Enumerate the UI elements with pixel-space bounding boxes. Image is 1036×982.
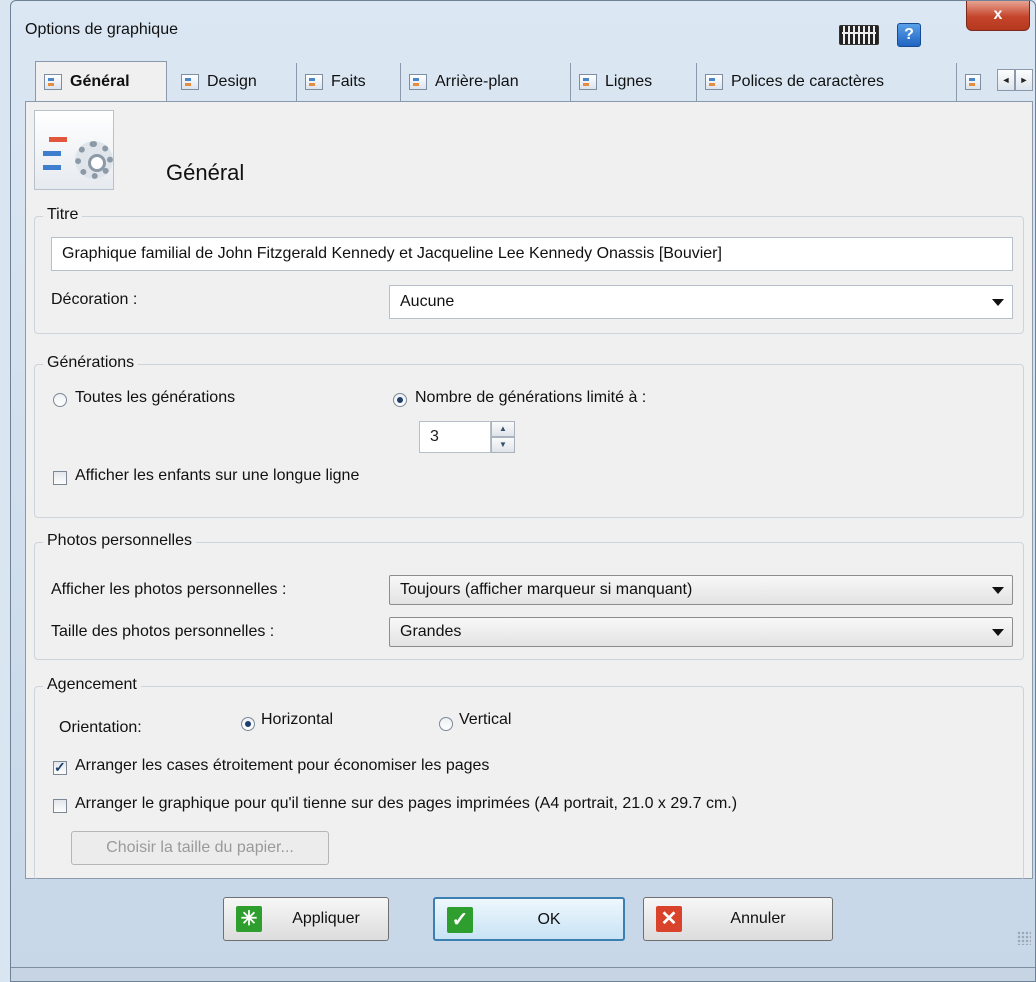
ok-label: OK xyxy=(537,911,561,928)
background-tab-icon xyxy=(409,74,427,90)
tab-label: Faits xyxy=(331,73,366,90)
generations-spinner: ▲ ▼ xyxy=(491,421,515,453)
cancel-label: Annuler xyxy=(730,910,786,927)
general-panel: Général Titre Graphique familial de John… xyxy=(25,101,1033,880)
chevron-down-icon xyxy=(992,629,1004,636)
photo-size-select[interactable]: Grandes xyxy=(389,617,1013,647)
chevron-down-icon xyxy=(992,299,1004,306)
options-dialog: Options de graphique ? x Général Design … xyxy=(10,0,1036,982)
chevron-down-icon xyxy=(992,587,1004,594)
window-bottom-border xyxy=(11,967,1035,981)
lines-tab-icon xyxy=(579,74,597,90)
horizontal-label[interactable]: Horizontal xyxy=(261,711,333,729)
show-photos-select[interactable]: Toujours (afficher marqueur si manquant) xyxy=(389,575,1013,605)
fit-pages-checkbox[interactable] xyxy=(53,799,67,813)
tab-label: Lignes xyxy=(605,73,653,90)
apply-button[interactable]: ✳ Appliquer xyxy=(223,897,389,941)
all-generations-radio[interactable] xyxy=(53,393,67,407)
tab-label: Design xyxy=(207,73,257,90)
title-bar[interactable]: Options de graphique ? x xyxy=(11,1,1035,61)
fit-pages-label[interactable]: Arranger le graphique pour qu'il tienne … xyxy=(75,795,737,813)
scroll-left-icon[interactable]: ◄ xyxy=(997,69,1015,91)
chart-settings-icon xyxy=(34,110,114,190)
design-tab-icon xyxy=(181,74,199,90)
more-tab-icon xyxy=(965,74,981,90)
ok-button[interactable]: ✓ OK xyxy=(433,897,625,941)
tab-general[interactable]: Général xyxy=(35,61,167,101)
tab-design[interactable]: Design xyxy=(173,63,297,101)
agencement-legend: Agencement xyxy=(43,676,141,694)
vertical-label[interactable]: Vertical xyxy=(459,711,511,729)
faits-tab-icon xyxy=(305,74,323,90)
tab-scroll-buttons: ◄ ► xyxy=(997,69,1033,93)
paper-size-button[interactable]: Choisir la taille du papier... xyxy=(71,831,329,865)
tab-label: Polices de caractères xyxy=(731,73,884,90)
show-photos-value: Toujours (afficher marqueur si manquant) xyxy=(400,581,693,598)
close-button[interactable]: x xyxy=(966,1,1030,31)
long-line-checkbox[interactable] xyxy=(53,471,67,485)
titre-group: Titre Graphique familial de John Fitzger… xyxy=(34,206,1024,334)
show-photos-label: Afficher les photos personnelles : xyxy=(51,581,287,598)
compact-boxes-label[interactable]: Arranger les cases étroitement pour écon… xyxy=(75,757,489,775)
resize-grip-icon[interactable] xyxy=(1017,931,1031,945)
tab-strip: Général Design Faits Arrière-plan Lignes… xyxy=(25,61,1033,101)
generations-count-input[interactable]: 3 xyxy=(419,421,491,453)
titre-legend: Titre xyxy=(43,206,83,224)
horizontal-radio[interactable] xyxy=(241,717,255,731)
tab-faits[interactable]: Faits xyxy=(297,63,401,101)
decoration-label: Décoration : xyxy=(51,291,138,308)
tab-polices[interactable]: Polices de caractères xyxy=(697,63,957,101)
photos-legend: Photos personnelles xyxy=(43,532,196,550)
spin-up-icon[interactable]: ▲ xyxy=(491,421,515,437)
photo-size-label: Taille des photos personnelles : xyxy=(51,623,275,640)
limited-generations-radio[interactable] xyxy=(393,393,407,407)
tab-more[interactable] xyxy=(957,63,997,101)
generations-count-value: 3 xyxy=(430,428,439,445)
keyboard-icon[interactable] xyxy=(839,25,879,45)
tab-label: Arrière-plan xyxy=(435,73,519,90)
long-line-label[interactable]: Afficher les enfants sur une longue lign… xyxy=(75,467,359,485)
decoration-select[interactable]: Aucune xyxy=(389,285,1013,319)
compact-boxes-checkbox[interactable] xyxy=(53,759,67,776)
general-tab-icon xyxy=(44,73,62,90)
decoration-value: Aucune xyxy=(400,293,455,310)
scroll-right-icon[interactable]: ► xyxy=(1015,69,1033,91)
cancel-button[interactable]: ✕ Annuler xyxy=(643,897,833,941)
generations-group: Générations Toutes les générations Nombr… xyxy=(34,354,1024,518)
limited-generations-label[interactable]: Nombre de générations limité à : xyxy=(415,389,646,407)
all-generations-label[interactable]: Toutes les générations xyxy=(75,389,235,407)
photos-group: Photos personnelles Afficher les photos … xyxy=(34,532,1024,660)
tab-label: Général xyxy=(70,72,130,90)
tab-arriere-plan[interactable]: Arrière-plan xyxy=(401,63,571,101)
photo-size-value: Grandes xyxy=(400,623,462,640)
generations-legend: Générations xyxy=(43,354,139,372)
spin-down-icon[interactable]: ▼ xyxy=(491,437,515,453)
agencement-group: Agencement Orientation: Horizontal Verti… xyxy=(34,676,1024,880)
window-title: Options de graphique xyxy=(25,21,178,38)
apply-label: Appliquer xyxy=(292,910,360,927)
page-title: Général xyxy=(166,160,245,185)
vertical-radio[interactable] xyxy=(439,717,453,731)
font-tab-icon xyxy=(705,74,723,90)
title-input[interactable]: Graphique familial de John Fitzgerald Ke… xyxy=(51,237,1013,271)
help-button[interactable]: ? xyxy=(897,23,921,47)
orientation-label: Orientation: xyxy=(59,719,142,736)
tab-lignes[interactable]: Lignes xyxy=(571,63,697,101)
